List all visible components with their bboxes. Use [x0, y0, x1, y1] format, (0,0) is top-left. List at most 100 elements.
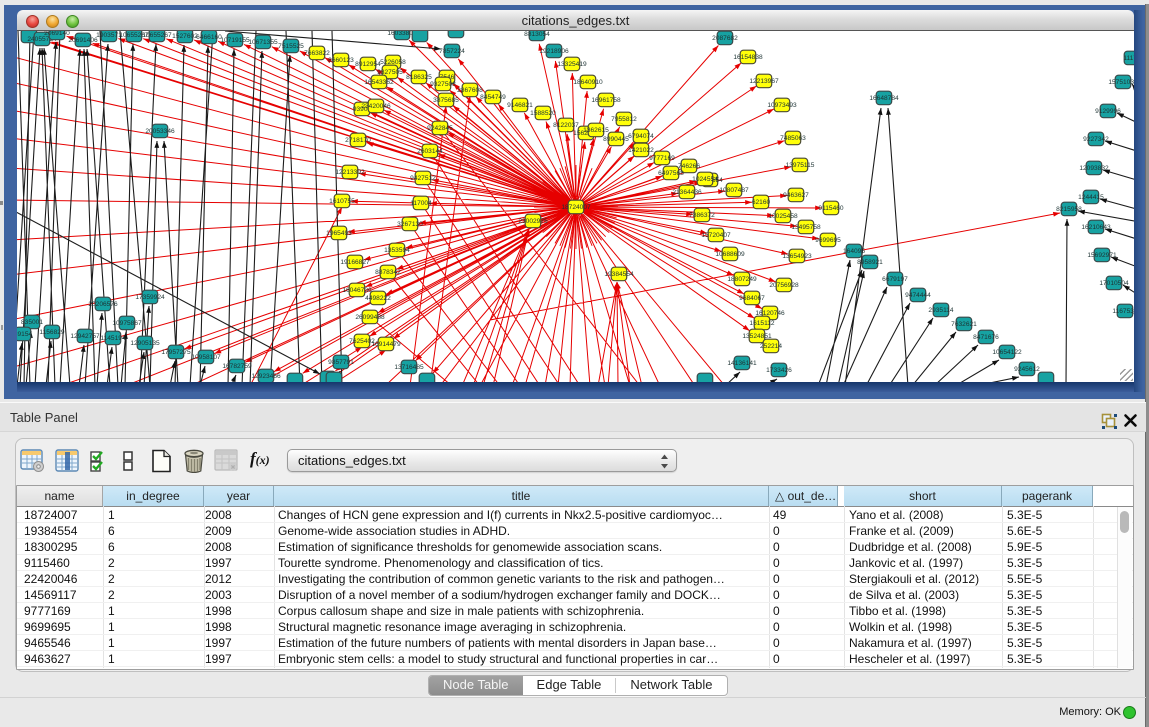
svg-text:11174: 11174 [1123, 55, 1134, 62]
svg-text:1527602: 1527602 [172, 33, 198, 40]
svg-text:15692971: 15692971 [1087, 252, 1117, 259]
svg-text:9327508: 9327508 [430, 81, 456, 88]
svg-text:17957275: 17957275 [161, 349, 191, 356]
svg-text:1167534: 1167534 [1112, 308, 1134, 315]
svg-text:15751034: 15751034 [1108, 79, 1134, 86]
svg-text:1615112: 1615112 [749, 320, 775, 327]
svg-text:13325419: 13325419 [557, 61, 587, 68]
svg-text:746266: 746266 [678, 163, 700, 170]
svg-text:12923466: 12923466 [251, 373, 281, 380]
svg-text:8454749: 8454749 [480, 94, 506, 101]
svg-text:7485063: 7485063 [780, 135, 806, 142]
svg-text:12213392: 12213392 [335, 169, 365, 176]
svg-text:1965493: 1965493 [326, 230, 352, 237]
svg-text:23420046: 23420046 [361, 103, 391, 110]
svg-text:18807249: 18807249 [727, 276, 757, 283]
svg-text:12093832: 12093832 [1079, 165, 1109, 172]
svg-text:6497568: 6497568 [658, 170, 684, 177]
svg-text:2087682: 2087682 [712, 35, 738, 42]
svg-text:17359924: 17359924 [135, 294, 165, 301]
svg-text:39154: 39154 [17, 331, 32, 338]
svg-text:1156829: 1156829 [39, 329, 65, 336]
svg-text:8912954: 8912954 [355, 61, 381, 68]
svg-text:9777169: 9777169 [649, 155, 675, 162]
svg-text:9115460: 9115460 [818, 205, 844, 212]
svg-text:10025458: 10025458 [768, 213, 798, 220]
svg-text:12905135: 12905135 [130, 340, 160, 347]
svg-text:6679197: 6679197 [882, 276, 908, 283]
svg-text:6466160: 6466160 [196, 34, 222, 41]
svg-text:18640910: 18640910 [573, 79, 603, 86]
svg-text:9242845: 9242845 [427, 125, 453, 132]
svg-text:8990445: 8990445 [603, 136, 629, 143]
svg-text:13975115: 13975115 [786, 162, 815, 169]
svg-text:8878342: 8878342 [375, 269, 401, 276]
svg-text:9427512: 9427512 [410, 175, 436, 182]
svg-text:20691406: 20691406 [68, 37, 98, 44]
svg-text:26099488: 26099488 [355, 314, 385, 321]
svg-text:8958921: 8958921 [857, 259, 883, 266]
svg-text:16210643: 16210643 [1081, 224, 1111, 231]
svg-text:7955812: 7955812 [611, 116, 637, 123]
svg-text:62160: 62160 [752, 199, 771, 206]
svg-text:15720407: 15720407 [701, 232, 731, 239]
svg-text:2867608: 2867608 [457, 87, 483, 94]
svg-text:9684067: 9684067 [739, 295, 765, 302]
svg-text:1421022: 1421022 [628, 147, 654, 154]
svg-text:23002975: 23002975 [518, 218, 548, 225]
svg-text:18724007: 18724007 [561, 204, 591, 211]
svg-text:13654923: 13654923 [782, 253, 812, 260]
svg-text:9463627: 9463627 [783, 192, 809, 199]
svg-text:9227342: 9227342 [1083, 136, 1109, 143]
svg-text:21364436: 21364436 [672, 189, 702, 196]
svg-text:7515525: 7515525 [278, 43, 304, 50]
svg-text:9245612: 9245612 [1014, 366, 1040, 373]
svg-text:16914479: 16914479 [371, 341, 401, 348]
svg-text:14136141: 14136141 [727, 360, 757, 367]
svg-text:9474444: 9474444 [905, 292, 931, 299]
svg-text:8122037: 8122037 [553, 122, 579, 129]
svg-text:9857791: 9857791 [328, 359, 354, 366]
svg-text:8215958: 8215958 [1056, 206, 1082, 213]
svg-text:1903571: 1903571 [96, 32, 122, 39]
svg-text:7632621: 7632621 [951, 321, 977, 328]
svg-text:12942757: 12942757 [70, 333, 100, 340]
svg-text:16782759: 16782759 [222, 363, 252, 370]
svg-text:10654122: 10654122 [992, 349, 1022, 356]
svg-text:6794074: 6794074 [628, 133, 654, 140]
svg-text:1733426: 1733426 [766, 367, 792, 374]
svg-text:1610755: 1610755 [329, 198, 355, 205]
svg-text:17010504: 17010504 [1099, 280, 1129, 287]
svg-text:13716485: 13716485 [394, 364, 424, 371]
svg-text:7857224: 7857224 [439, 48, 465, 55]
svg-text:10688609: 10688609 [715, 251, 745, 258]
svg-text:20756928: 20756928 [769, 282, 799, 289]
svg-text:7663822: 7663822 [304, 50, 330, 57]
svg-text:10807487: 10807487 [719, 187, 749, 194]
svg-text:4498222: 4498222 [365, 295, 391, 302]
svg-text:10719155: 10719155 [220, 37, 250, 44]
svg-text:3875685: 3875685 [433, 97, 459, 104]
svg-text:3267130: 3267130 [397, 221, 423, 228]
svg-text:8471676: 8471676 [973, 334, 999, 341]
svg-text:16154838: 16154838 [733, 54, 763, 61]
svg-text:16961758: 16961758 [591, 97, 621, 104]
svg-text:16648784: 16648784 [869, 95, 899, 102]
svg-text:10671355: 10671355 [248, 39, 278, 46]
svg-text:1353594: 1353594 [384, 247, 410, 254]
svg-text:117004: 117004 [410, 200, 432, 207]
svg-text:20053346: 20053346 [145, 128, 175, 135]
svg-text:1145194: 1145194 [100, 335, 126, 342]
svg-text:1024554: 1024554 [692, 176, 718, 183]
svg-text:12213967: 12213967 [749, 78, 779, 85]
svg-text:835001: 835001 [21, 319, 43, 326]
svg-text:19166827: 19166827 [340, 259, 370, 266]
svg-text:1362615: 1362615 [583, 127, 609, 134]
svg-text:164095: 164095 [843, 248, 865, 255]
svg-text:8186325: 8186325 [406, 74, 432, 81]
svg-text:13495758: 13495758 [791, 224, 821, 231]
svg-text:7886372: 7886372 [689, 212, 715, 219]
svg-text:252214: 252214 [760, 343, 782, 350]
svg-text:2069140: 2069140 [44, 31, 70, 37]
svg-text:9146821: 9146821 [507, 102, 533, 109]
